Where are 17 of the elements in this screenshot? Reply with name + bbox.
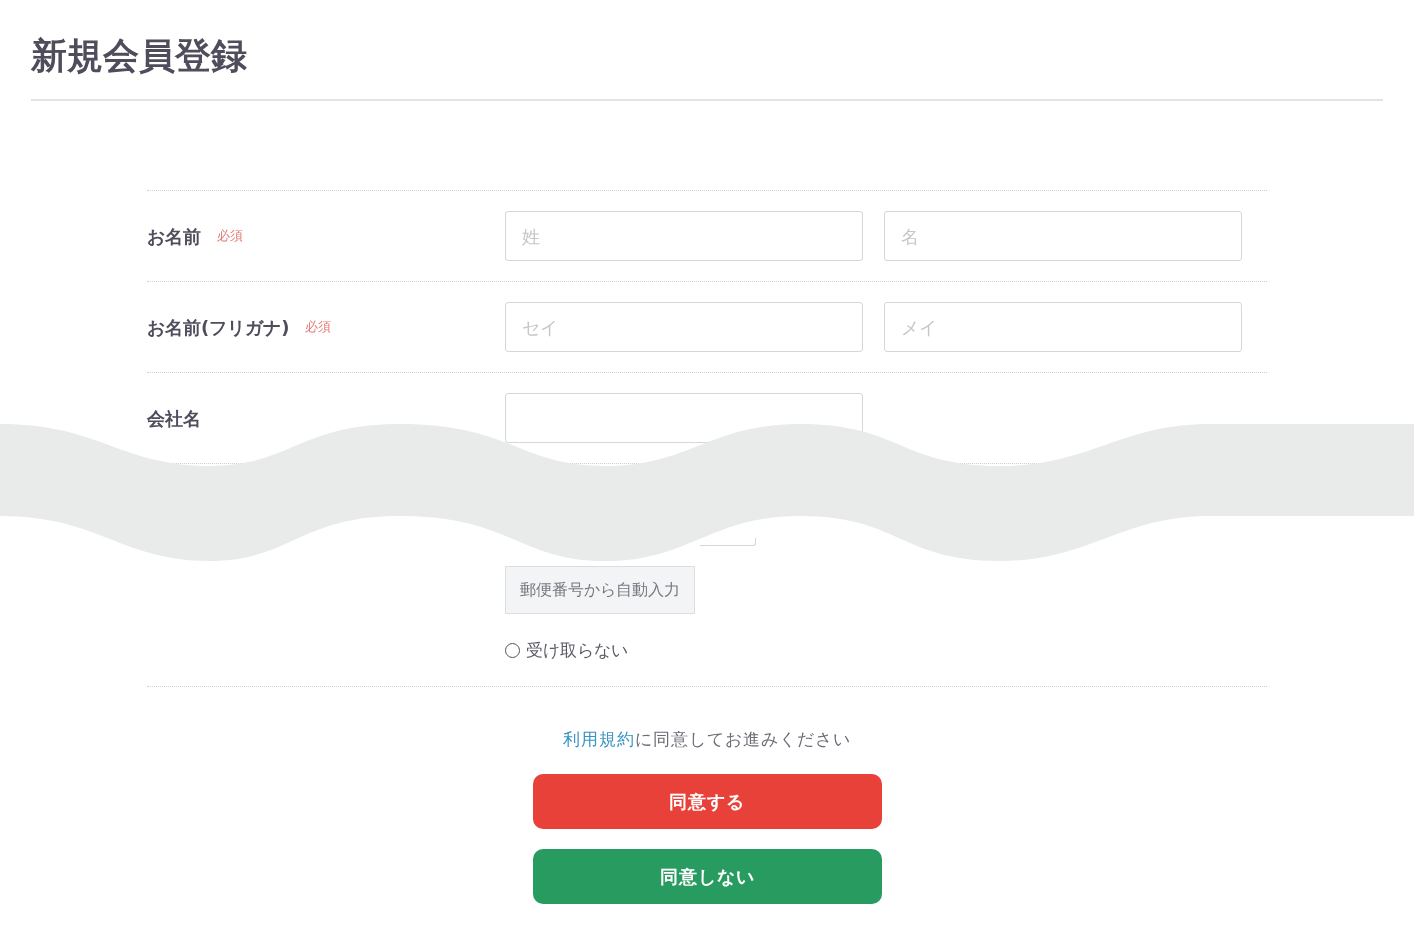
text-input-field[interactable]: 名 [884,211,1242,261]
terms-notice: 利用規約に同意してお進みください [563,727,851,751]
required-label: 必須 [305,318,332,337]
input-field-edge [700,538,756,546]
page-title: 新規会員登録 [31,34,247,78]
text-input-field[interactable]: セイ [505,302,863,352]
terms-link[interactable]: 利用規約 [563,728,635,749]
agree-button[interactable]: 同意する [532,774,882,829]
postal-autofill-button[interactable]: 郵便番号から自動入力 [505,566,695,614]
required-label: 必須 [217,227,243,246]
field-label: 会社名 [147,406,201,431]
disagree-button[interactable]: 同意しない [532,849,882,904]
field-label: お名前 [147,224,201,249]
radio-label: 受け取らない [526,639,628,662]
text-input-field[interactable]: 姓 [505,211,863,261]
field-label: お名前(フリガナ) [147,315,290,340]
text-input-field[interactable]: メイ [884,302,1242,352]
